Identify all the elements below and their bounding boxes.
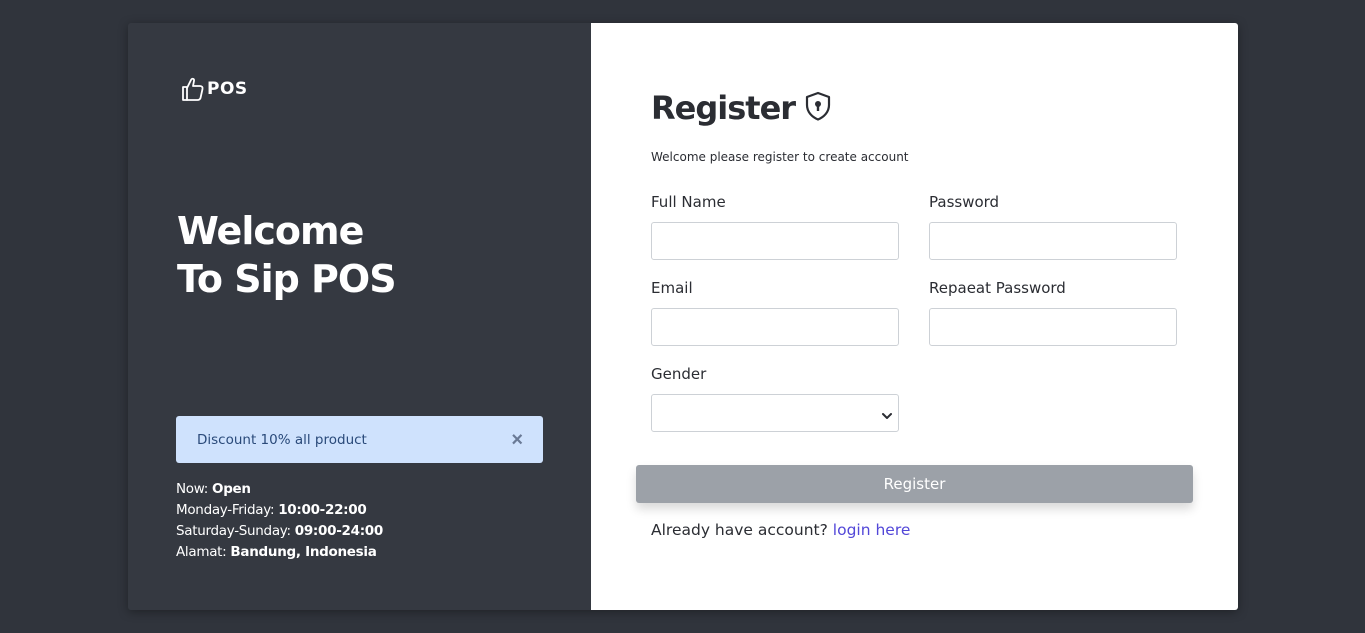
store-info: Now: Open Monday-Friday: 10:00-22:00 Sat… [176,479,383,563]
welcome-line-1: Welcome [177,209,364,253]
alert-text: Discount 10% all product [197,431,367,448]
register-button[interactable]: Register [636,465,1193,503]
logo-text: POS [207,79,248,99]
welcome-heading: Welcome To Sip POS [177,207,397,303]
gender-group: Gender [651,365,899,432]
password-input[interactable] [929,222,1177,260]
close-icon[interactable]: × [511,430,523,450]
welcome-panel: POS Welcome To Sip POS Discount 10% all … [128,23,591,610]
repeat-password-input[interactable] [929,308,1177,346]
shield-lock-icon [803,90,833,127]
full-name-input[interactable] [651,222,899,260]
password-group: Password [929,193,1177,260]
form-title: Register [651,89,833,127]
form-subtitle: Welcome please register to create accoun… [651,150,909,164]
page-title: Register [651,89,796,127]
info-weekend-hours: Saturday-Sunday: 09:00-24:00 [176,523,383,539]
info-now: Now: Open [176,481,251,497]
password-label: Password [929,193,1000,211]
repeat-password-label: Repaeat Password [929,279,1066,297]
email-group: Email [651,279,899,346]
discount-alert: Discount 10% all product × [176,416,543,463]
full-name-label: Full Name [651,193,726,211]
login-prompt: Already have account? login here [651,521,910,539]
register-card: POS Welcome To Sip POS Discount 10% all … [128,23,1238,610]
info-weekday-hours: Monday-Friday: 10:00-22:00 [176,502,367,518]
gender-select-wrapper [651,394,899,432]
gender-select[interactable] [651,394,899,432]
email-label: Email [651,279,693,297]
welcome-line-2: To Sip POS [177,257,397,301]
email-input[interactable] [651,308,899,346]
repeat-password-group: Repaeat Password [929,279,1177,346]
thumbs-up-icon [181,76,205,102]
info-address: Alamat: Bandung, Indonesia [176,544,377,560]
login-link[interactable]: login here [833,521,911,539]
full-name-group: Full Name [651,193,899,260]
register-form-panel: Register Welcome please register to crea… [591,23,1238,610]
logo: POS [181,76,248,102]
gender-label: Gender [651,365,707,383]
login-prompt-text: Already have account? [651,521,833,539]
